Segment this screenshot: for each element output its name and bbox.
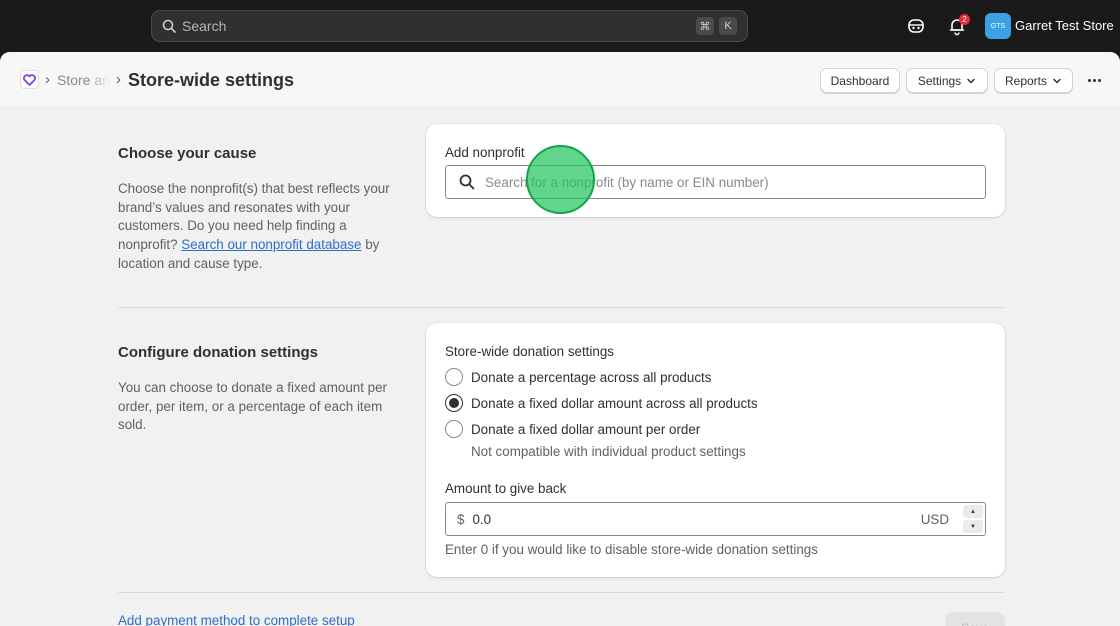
donation-settings-group-label: Store-wide donation settings xyxy=(445,344,614,359)
more-actions-icon[interactable] xyxy=(1083,70,1105,90)
donation-section-title: Configure donation settings xyxy=(118,344,318,361)
currency-prefix: $ xyxy=(457,511,465,527)
notification-badge: 2 xyxy=(959,14,970,25)
chevron-right-icon: › xyxy=(45,71,50,88)
cause-section-title: Choose your cause xyxy=(118,145,257,162)
amount-stepper[interactable]: ▲ ▼ xyxy=(963,505,983,533)
radio-label: Donate a fixed dollar amount per order xyxy=(471,421,701,437)
app-header: › Store and product settings › Store-wid… xyxy=(0,52,1120,106)
save-button[interactable]: Save xyxy=(945,612,1005,626)
add-nonprofit-label: Add nonprofit xyxy=(445,145,525,160)
donation-settings-card: Store-wide donation settings Donate a pe… xyxy=(426,323,1005,577)
add-payment-method-link[interactable]: Add payment method to complete setup xyxy=(118,613,355,626)
search-icon xyxy=(459,174,475,190)
amount-help-text: Enter 0 if you would like to disable sto… xyxy=(445,542,818,557)
command-key-hint: ⌘ xyxy=(696,17,714,35)
main-panel: › Store and product settings › Store-wid… xyxy=(0,52,1120,626)
k-key-hint: K xyxy=(719,17,737,35)
settings-menu-button[interactable]: Settings xyxy=(906,68,988,93)
radio-label: Donate a percentage across all products xyxy=(471,369,712,385)
radio-label: Donate a fixed dollar amount across all … xyxy=(471,395,758,411)
per-order-help-text: Not compatible with individual product s… xyxy=(471,444,746,459)
radio-button[interactable] xyxy=(445,368,463,386)
section-divider xyxy=(118,592,1004,593)
reports-menu-button[interactable]: Reports xyxy=(994,68,1073,93)
cause-section-description: Choose the nonprofit(s) that best reflec… xyxy=(118,181,390,271)
increment-arrow-icon[interactable]: ▲ xyxy=(963,505,983,518)
store-avatar[interactable]: GTS xyxy=(985,13,1011,39)
reports-button-label: Reports xyxy=(1004,73,1048,88)
chevron-right-icon: › xyxy=(116,71,121,88)
amount-input[interactable]: $ 0.0 USD ▲ ▼ xyxy=(445,502,986,536)
currency-suffix: USD xyxy=(920,511,949,527)
breadcrumb-parent[interactable]: Store and product settings xyxy=(57,72,110,88)
page-title: Store-wide settings xyxy=(128,70,295,90)
top-bar: Search ⌘ K 2 GTS Garret Test Store xyxy=(0,0,1120,52)
sidekick-icon[interactable] xyxy=(906,16,926,36)
radio-option-fixed-per-order[interactable]: Donate a fixed dollar amount per order xyxy=(445,420,700,438)
radio-option-fixed-all-products[interactable]: Donate a fixed dollar amount across all … xyxy=(445,394,758,412)
amount-label: Amount to give back xyxy=(445,481,567,496)
section-divider xyxy=(118,307,1004,308)
chevron-down-icon xyxy=(1053,78,1061,84)
radio-button-selected[interactable] xyxy=(445,394,463,412)
amount-value: 0.0 xyxy=(472,511,492,527)
app-logo-icon[interactable] xyxy=(20,70,39,89)
radio-option-percentage[interactable]: Donate a percentage across all products xyxy=(445,368,711,386)
store-name[interactable]: Garret Test Store xyxy=(1015,18,1114,33)
global-search-placeholder: Search xyxy=(182,18,227,34)
dashboard-button-label: Dashboard xyxy=(830,73,890,88)
search-icon xyxy=(162,19,176,33)
settings-button-label: Settings xyxy=(917,73,962,88)
chevron-down-icon xyxy=(967,78,975,84)
donation-section-description: You can choose to donate a fixed amount … xyxy=(118,380,388,433)
global-search-bar[interactable]: Search ⌘ K xyxy=(151,10,748,42)
decrement-arrow-icon[interactable]: ▼ xyxy=(963,520,983,533)
dashboard-button[interactable]: Dashboard xyxy=(820,68,900,93)
nonprofit-database-link[interactable]: Search our nonprofit database xyxy=(181,237,361,252)
click-indicator xyxy=(526,145,595,214)
radio-button[interactable] xyxy=(445,420,463,438)
add-nonprofit-card: Add nonprofit Search for a nonprofit (by… xyxy=(426,124,1005,217)
